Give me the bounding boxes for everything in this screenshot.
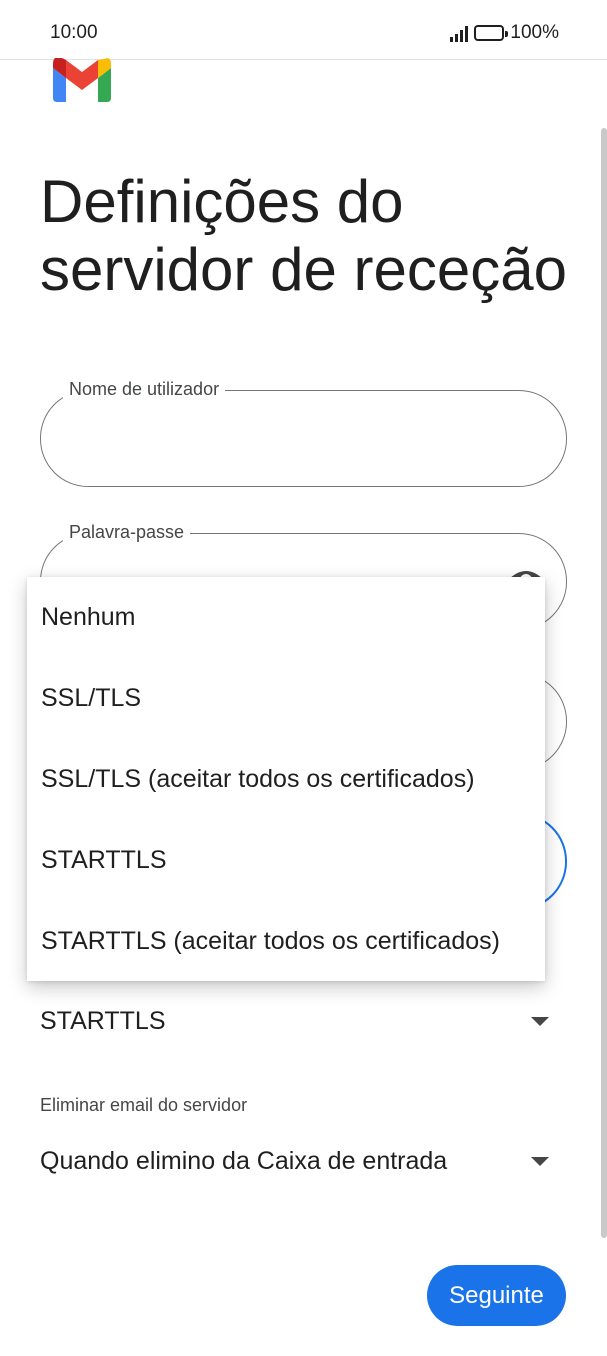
username-field[interactable]: Nome de utilizador — [40, 379, 567, 487]
page-title: Definições do servidor de receção — [40, 168, 567, 303]
menu-item-ssl-tls[interactable]: SSL/TLS — [27, 658, 545, 739]
username-input[interactable] — [69, 421, 513, 446]
caret-down-icon — [531, 1016, 549, 1026]
delete-email-select[interactable]: Quando elimino da Caixa de entrada — [40, 1139, 567, 1183]
next-button[interactable]: Seguinte — [427, 1265, 566, 1326]
battery-percent: 100% — [510, 22, 559, 43]
menu-item-starttls-all-certs[interactable]: STARTTLS (aceitar todos os certificados) — [27, 901, 545, 982]
menu-item-starttls[interactable]: STARTTLS — [27, 820, 545, 901]
delete-email-value: Quando elimino da Caixa de entrada — [40, 1146, 448, 1175]
menu-item-ssl-tls-all-certs[interactable]: SSL/TLS (aceitar todos os certificados) — [27, 739, 545, 820]
caret-down-icon — [531, 1156, 549, 1166]
delete-email-label: Eliminar email do servidor — [40, 1095, 248, 1115]
status-bar: 10:00 100% — [0, 0, 607, 60]
gmail-logo — [53, 58, 111, 102]
username-label: Nome de utilizador — [63, 379, 226, 400]
scrollbar[interactable] — [601, 128, 607, 1238]
security-type-menu: Nenhum SSL/TLS SSL/TLS (aceitar todos os… — [27, 577, 545, 981]
battery-icon — [474, 25, 509, 41]
security-type-select[interactable]: STARTTLS — [40, 999, 567, 1043]
status-time: 10:00 — [50, 22, 98, 43]
security-type-value: STARTTLS — [40, 1006, 166, 1035]
password-label: Palavra-passe — [63, 522, 191, 543]
signal-icon — [450, 24, 469, 42]
status-indicators: 100% — [450, 22, 559, 44]
menu-item-nenhum[interactable]: Nenhum — [27, 577, 545, 658]
